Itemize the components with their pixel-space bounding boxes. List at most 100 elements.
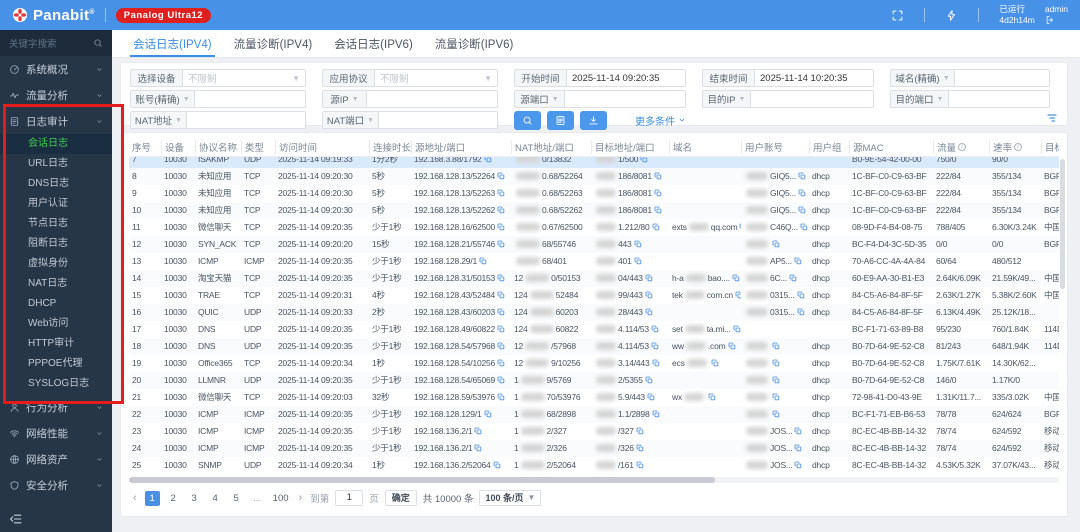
copy-icon[interactable] [772,393,780,401]
table-row[interactable]: 710030ISAKMPUDP2025-11-14 09:19:331分2秒19… [129,157,1059,168]
page-button-3[interactable]: 3 [187,491,202,506]
text-field[interactable] [948,90,1050,108]
filter-icon[interactable] [1046,111,1058,129]
copy-icon[interactable] [636,427,644,435]
table-row[interactable]: 1010030未知应用TCP2025-11-14 09:20:305秒192.1… [129,202,1059,219]
copy-icon[interactable] [493,461,501,469]
sidebar-item-12[interactable]: PPPOE代理 [0,354,112,374]
copy-icon[interactable] [497,359,505,367]
search-icon[interactable] [93,38,103,48]
copy-icon[interactable] [497,376,505,384]
copy-icon[interactable] [474,427,482,435]
filter-label[interactable]: NAT地址▼ [130,111,186,129]
text-field[interactable] [954,69,1050,87]
copy-icon[interactable] [636,461,644,469]
copy-icon[interactable] [484,157,492,163]
table-row[interactable]: 2210030ICMPICMP2025-11-14 09:20:35少于1秒19… [129,406,1059,423]
copy-icon[interactable] [733,325,741,333]
sidebar-group-3[interactable]: 日志审计 [0,108,112,134]
search-button[interactable] [514,111,541,130]
sidebar-collapse-icon[interactable] [9,513,23,525]
copy-icon[interactable] [497,325,505,333]
copy-icon[interactable] [474,444,482,452]
table-row[interactable]: 2410030ICMPICMP2025-11-14 09:20:35少于1秒19… [129,440,1059,457]
copy-icon[interactable] [732,274,740,282]
copy-icon[interactable] [652,359,660,367]
copy-icon[interactable] [728,342,736,350]
copy-icon[interactable] [645,376,653,384]
copy-icon[interactable] [794,444,802,452]
sidebar-item-6[interactable]: 阻断日志 [0,234,112,254]
user-menu[interactable]: admin [1045,5,1068,25]
copy-icon[interactable] [497,223,505,231]
copy-icon[interactable] [794,257,802,265]
sidebar-item-11[interactable]: HTTP审计 [0,334,112,354]
table-row[interactable]: 2010030LLMNRUDP2025-11-14 09:20:35少于1秒19… [129,372,1059,389]
table-row[interactable]: 2110030微信聊天TCP2025-11-14 09:20:0332秒192.… [129,389,1059,406]
copy-icon[interactable] [497,172,505,180]
confirm-button[interactable]: 确定 [385,490,417,506]
copy-icon[interactable] [479,257,487,265]
fullscreen-icon[interactable] [891,9,904,22]
select-field[interactable]: 不限制▼ [182,69,306,87]
tab-1[interactable]: 会话日志(IPV4) [122,30,223,57]
copy-icon[interactable] [800,223,808,231]
copy-icon[interactable] [794,461,802,469]
scrollbar-thumb[interactable] [129,477,715,483]
filter-label[interactable]: 源IP▼ [322,90,366,108]
sidebar-search[interactable]: 关键字搜索 [0,30,112,56]
copy-icon[interactable] [647,393,655,401]
page-button-2[interactable]: 2 [166,491,181,506]
copy-icon[interactable] [634,240,642,248]
goto-page-input[interactable]: 1 [335,490,363,506]
copy-icon[interactable] [772,240,780,248]
sidebar-item-7[interactable]: 虚拟身份 [0,254,112,274]
table-row[interactable]: 910030未知应用TCP2025-11-14 09:20:305秒192.16… [129,185,1059,202]
download-button[interactable] [580,111,607,130]
sidebar-group-6[interactable]: 网络资产 [0,446,112,472]
export-report-button[interactable] [547,111,574,130]
filter-label[interactable]: 目的端口▼ [890,90,948,108]
page-button-4[interactable]: 4 [208,491,223,506]
copy-icon[interactable] [798,206,806,214]
sidebar-item-8[interactable]: NAT日志 [0,274,112,294]
table-row[interactable]: 1110030微信聊天TCP2025-11-14 09:20:35少于1秒192… [129,219,1059,236]
copy-icon[interactable] [645,291,653,299]
copy-icon[interactable] [654,189,662,197]
filter-label[interactable]: 目的IP▼ [702,90,750,108]
copy-icon[interactable] [634,257,642,265]
copy-icon[interactable] [497,189,505,197]
sidebar-group-7[interactable]: 安全分析 [0,472,112,498]
copy-icon[interactable] [798,172,806,180]
select-field[interactable]: 不限制▼ [374,69,498,87]
copy-icon[interactable] [652,223,660,231]
copy-icon[interactable] [654,172,662,180]
copy-icon[interactable] [772,376,780,384]
table-row[interactable]: 1310030ICMPICMP2025-11-14 09:20:35少于1秒19… [129,253,1059,270]
copy-icon[interactable] [651,342,659,350]
sidebar-group-4[interactable]: 行为分析 [0,394,112,420]
copy-icon[interactable] [772,359,780,367]
sidebar-group-1[interactable]: 系统概况 [0,56,112,82]
tab-4[interactable]: 流量诊断(IPV6) [424,30,525,57]
page-button-1[interactable]: 1 [145,491,160,506]
copy-icon[interactable] [797,308,805,316]
filter-label[interactable]: 域名(精确)▼ [890,69,954,87]
page-size-select[interactable]: 100 条/页▼ [479,490,541,506]
copy-icon[interactable] [497,206,505,214]
table-row[interactable]: 2310030ICMPICMP2025-11-14 09:20:35少于1秒19… [129,423,1059,440]
copy-icon[interactable] [797,291,805,299]
prev-page-button[interactable]: ‹ [131,492,139,504]
copy-icon[interactable] [654,206,662,214]
copy-icon[interactable] [497,240,505,248]
panabit-logo[interactable]: Panabit® [12,7,95,24]
datetime-field[interactable]: 2025-11-14 09:20:35 [566,69,686,87]
table-row[interactable]: 1510030TRAETCP2025-11-14 09:20:314秒192.1… [129,287,1059,304]
sidebar-item-5[interactable]: 节点日志 [0,214,112,234]
copy-icon[interactable] [636,444,644,452]
table-row[interactable]: 1810030DNSUDP2025-11-14 09:20:35少于1秒192.… [129,338,1059,355]
copy-icon[interactable] [640,157,648,163]
text-field[interactable] [378,111,498,129]
sidebar-item-13[interactable]: SYSLOG日志 [0,374,112,394]
sidebar-item-9[interactable]: DHCP [0,294,112,314]
